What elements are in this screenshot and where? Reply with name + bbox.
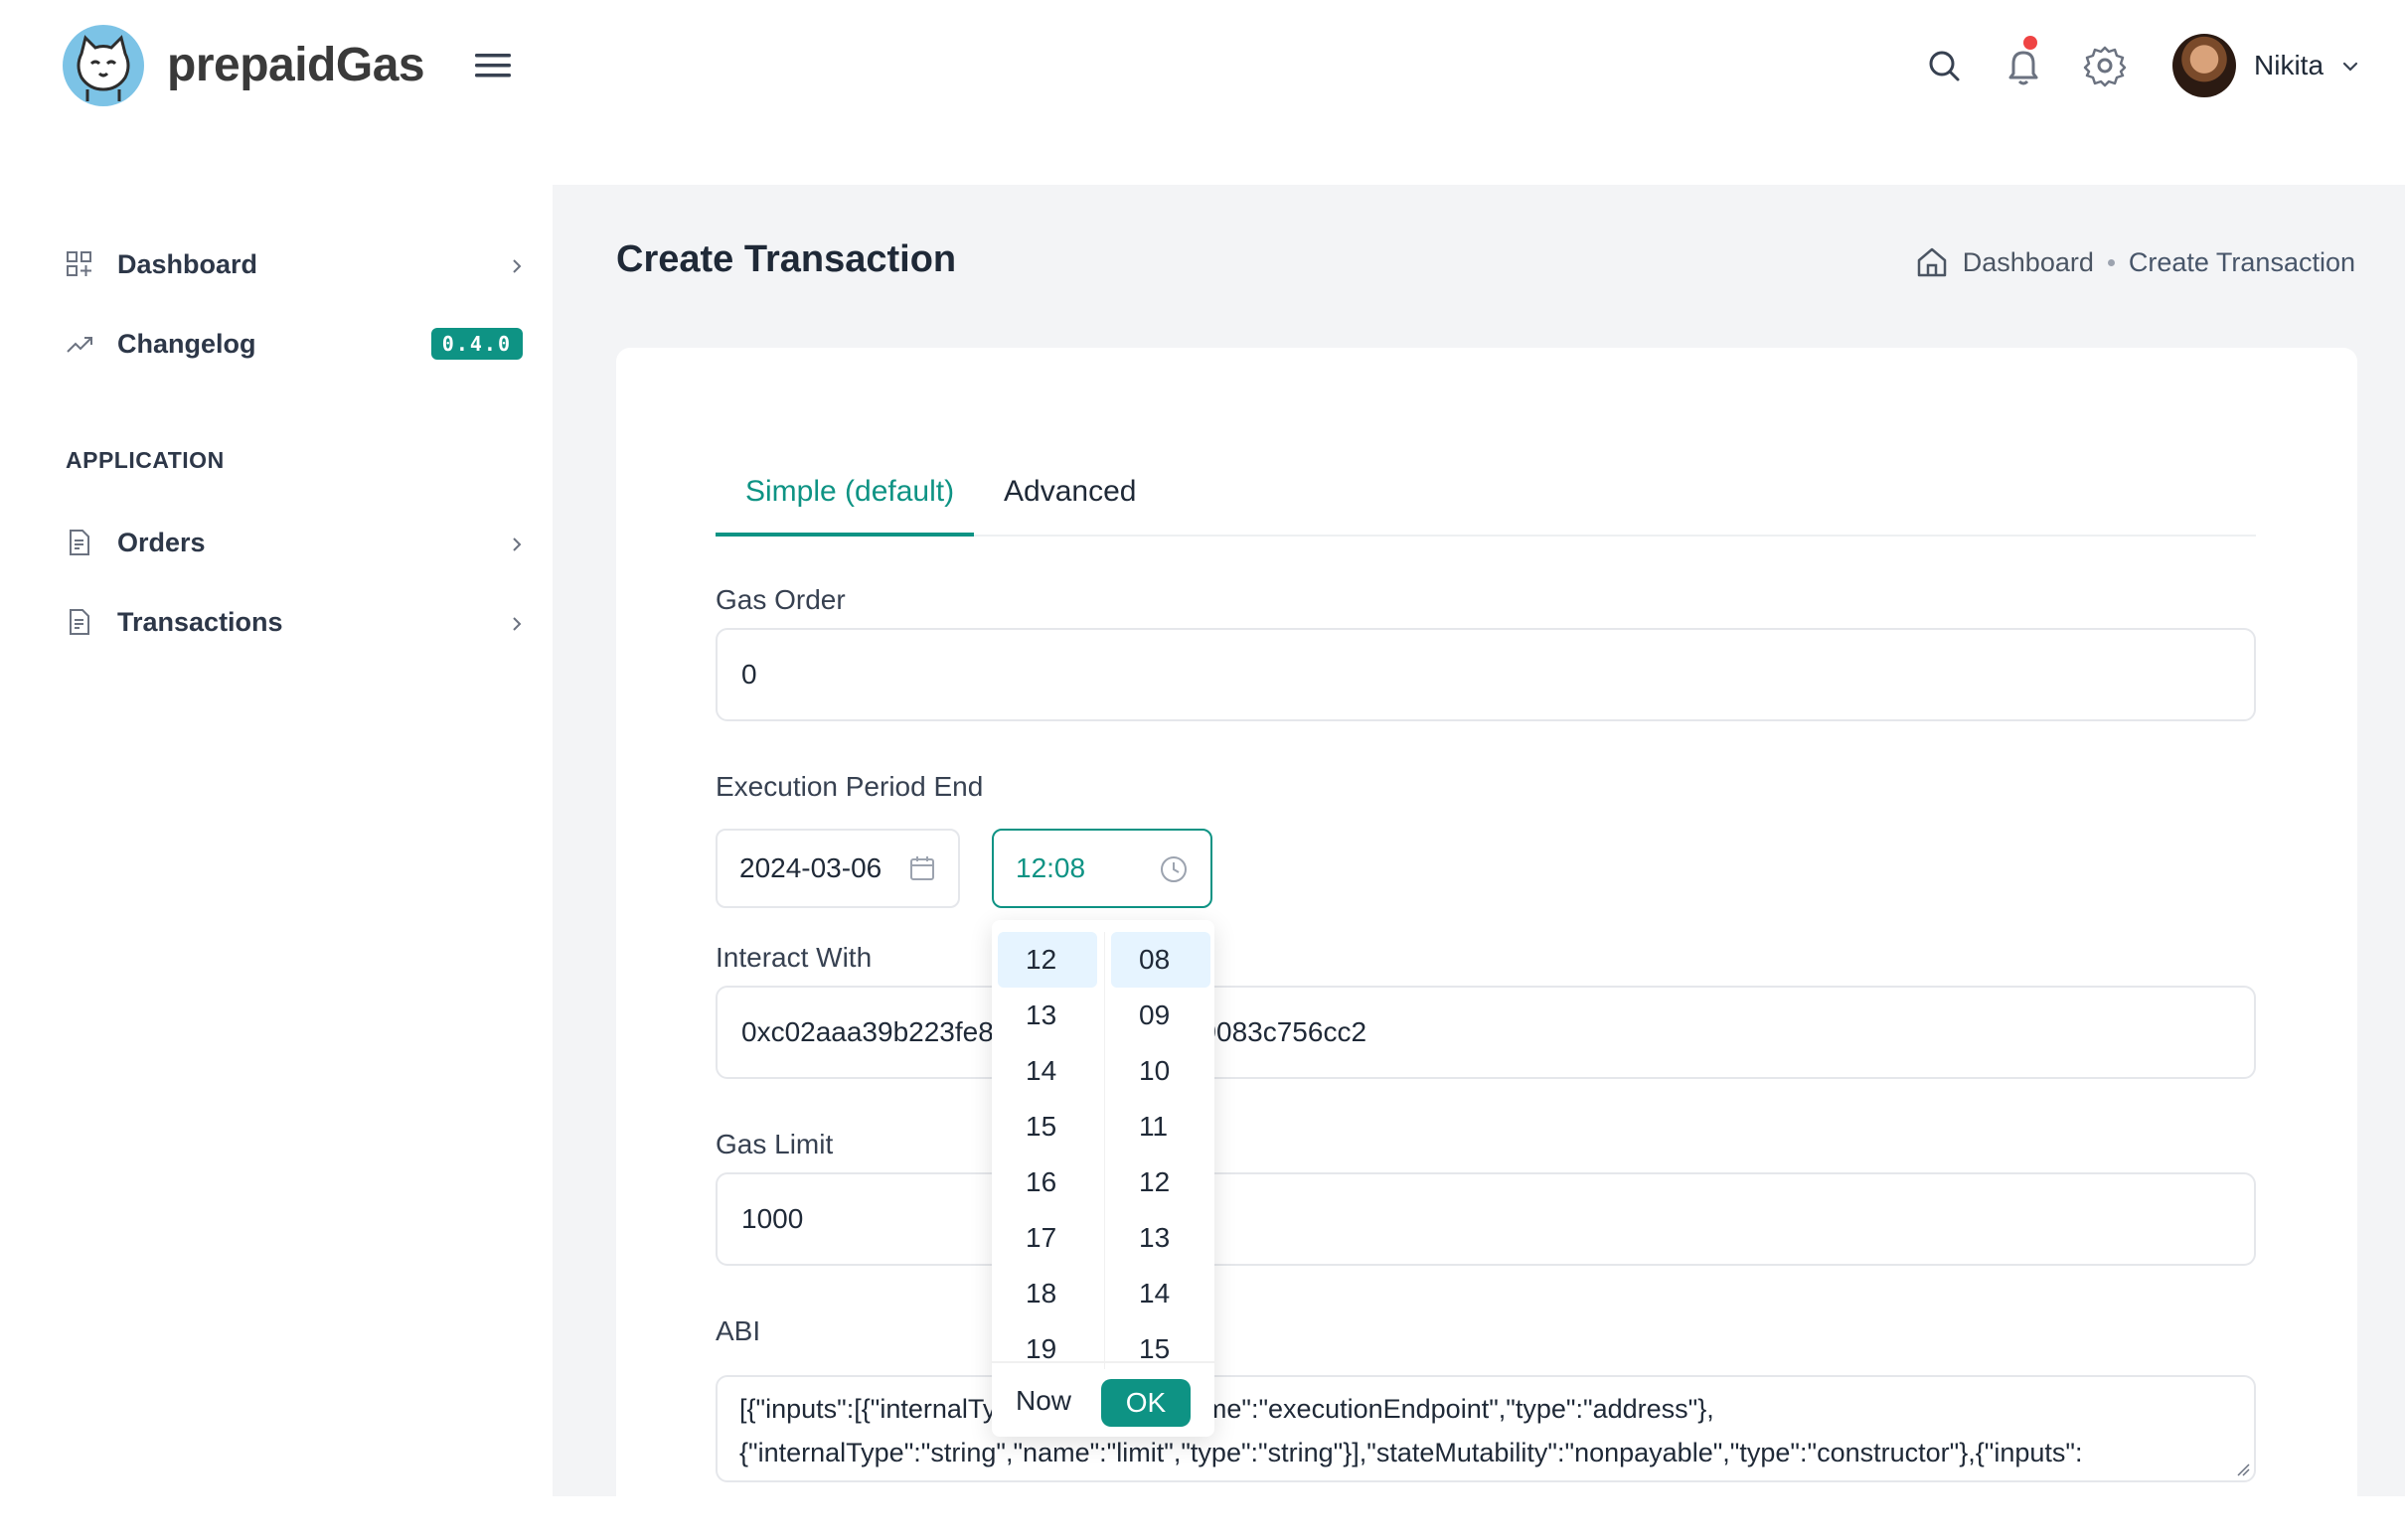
time-value: 12:08 xyxy=(1016,852,1086,883)
ok-button[interactable]: OK xyxy=(1101,1379,1191,1427)
sidebar-item-orders[interactable]: Orders xyxy=(60,513,527,572)
interact-with-input[interactable]: 0xc02aaa39b223fe8d0a0e5c4f27ead9083c756c… xyxy=(716,986,2256,1079)
calendar-icon xyxy=(910,856,934,880)
time-picker-footer: Now OK xyxy=(992,1361,1214,1437)
gas-limit-input[interactable]: 1000 xyxy=(716,1172,2256,1266)
tab-advanced[interactable]: Advanced xyxy=(1004,457,1136,537)
page-title: Create Transaction xyxy=(616,238,957,280)
breadcrumb-current: Create Transaction xyxy=(2128,246,2355,277)
hour-option[interactable]: 12 xyxy=(998,932,1097,988)
brand-name: prepaidGas xyxy=(167,39,425,91)
abi-textarea[interactable]: [{"inputs":[{"internalType":"address","n… xyxy=(716,1375,2256,1482)
minute-option[interactable]: 08 xyxy=(1111,932,1210,988)
execution-period-label: Execution Period End xyxy=(716,771,984,802)
top-header: prepaidGas Nikita xyxy=(0,0,2405,185)
abi-line: {"internalType":"string","name":"limit",… xyxy=(739,1438,2083,1467)
sidebar: Dashboard Changelog 0.4.0 APPLICATION Or… xyxy=(0,185,553,1496)
chevron-down-icon[interactable] xyxy=(2339,56,2361,77)
tab-bar: Simple (default) Advanced xyxy=(716,457,2256,537)
minute-option[interactable]: 11 xyxy=(1111,1099,1210,1155)
gas-order-input[interactable]: 0 xyxy=(716,628,2256,721)
abi-label: ABI xyxy=(716,1315,761,1346)
minute-option[interactable]: 12 xyxy=(1111,1155,1210,1210)
chevron-right-icon xyxy=(513,538,522,551)
time-input[interactable]: 12:08 xyxy=(992,829,1212,908)
breadcrumb: Dashboard Create Transaction xyxy=(1915,242,2355,282)
bell-icon[interactable] xyxy=(2002,44,2045,87)
main-content: Create Transaction Dashboard Create Tran… xyxy=(553,185,2405,1540)
sidebar-item-transactions[interactable]: Transactions xyxy=(60,592,527,652)
hour-option[interactable]: 17 xyxy=(998,1210,1097,1266)
trending-up-icon xyxy=(67,337,92,353)
gas-order-label: Gas Order xyxy=(716,584,846,615)
form-card: Simple (default) Advanced Gas Order 0 Ex… xyxy=(616,348,2357,1540)
sidebar-section-title: APPLICATION xyxy=(66,447,225,473)
document-icon xyxy=(70,609,89,635)
search-icon[interactable] xyxy=(1922,44,1966,87)
sidebar-item-label: Dashboard xyxy=(117,249,258,279)
interact-with-label: Interact With xyxy=(716,942,873,973)
chevron-right-icon xyxy=(513,617,522,631)
breadcrumb-dashboard-link[interactable]: Dashboard xyxy=(1963,247,2094,278)
minute-option[interactable]: 13 xyxy=(1111,1210,1210,1266)
minute-column[interactable]: 08 09 10 11 12 13 14 15 xyxy=(1111,932,1210,1369)
chevron-right-icon xyxy=(513,259,522,273)
user-name[interactable]: Nikita xyxy=(2254,46,2324,85)
date-value: 2024-03-06 xyxy=(739,852,882,883)
home-icon[interactable] xyxy=(1915,245,1949,279)
sidebar-item-dashboard[interactable]: Dashboard xyxy=(60,234,527,294)
hamburger-menu-icon[interactable] xyxy=(471,46,515,85)
hour-column[interactable]: 12 13 14 15 16 17 18 19 xyxy=(998,932,1097,1369)
gear-icon[interactable] xyxy=(2083,44,2127,87)
hour-option[interactable]: 18 xyxy=(998,1266,1097,1321)
minute-option[interactable]: 10 xyxy=(1111,1043,1210,1099)
notification-dot xyxy=(2023,36,2037,50)
hour-option[interactable]: 14 xyxy=(998,1043,1097,1099)
cat-logo-icon[interactable] xyxy=(62,24,145,107)
grid-icon xyxy=(67,251,91,276)
sidebar-item-label: Changelog xyxy=(117,329,256,359)
now-link[interactable]: Now xyxy=(1016,1381,1071,1421)
sidebar-item-label: Transactions xyxy=(117,607,283,637)
column-divider xyxy=(1104,932,1105,1369)
time-picker-dropdown: 12 13 14 15 16 17 18 19 08 09 10 11 12 1… xyxy=(992,920,1214,1437)
tab-simple[interactable]: Simple (default) xyxy=(716,457,974,537)
minute-option[interactable]: 14 xyxy=(1111,1266,1210,1321)
user-avatar[interactable] xyxy=(2172,34,2236,97)
sidebar-item-label: Orders xyxy=(117,528,206,557)
clock-icon xyxy=(1161,856,1187,882)
breadcrumb-separator xyxy=(2107,258,2115,266)
abi-line: [{"inputs":[{"internalType":"address","n… xyxy=(739,1394,1714,1424)
hour-option[interactable]: 15 xyxy=(998,1099,1097,1155)
document-icon xyxy=(70,530,89,555)
date-input[interactable]: 2024-03-06 xyxy=(716,829,960,908)
hour-option[interactable]: 13 xyxy=(998,988,1097,1043)
hour-option[interactable]: 16 xyxy=(998,1155,1097,1210)
resize-grip-icon[interactable] xyxy=(2234,1461,2250,1476)
gas-limit-label: Gas Limit xyxy=(716,1129,834,1159)
sidebar-item-changelog[interactable]: Changelog 0.4.0 xyxy=(60,314,527,374)
version-badge: 0.4.0 xyxy=(430,328,523,360)
minute-option[interactable]: 09 xyxy=(1111,988,1210,1043)
